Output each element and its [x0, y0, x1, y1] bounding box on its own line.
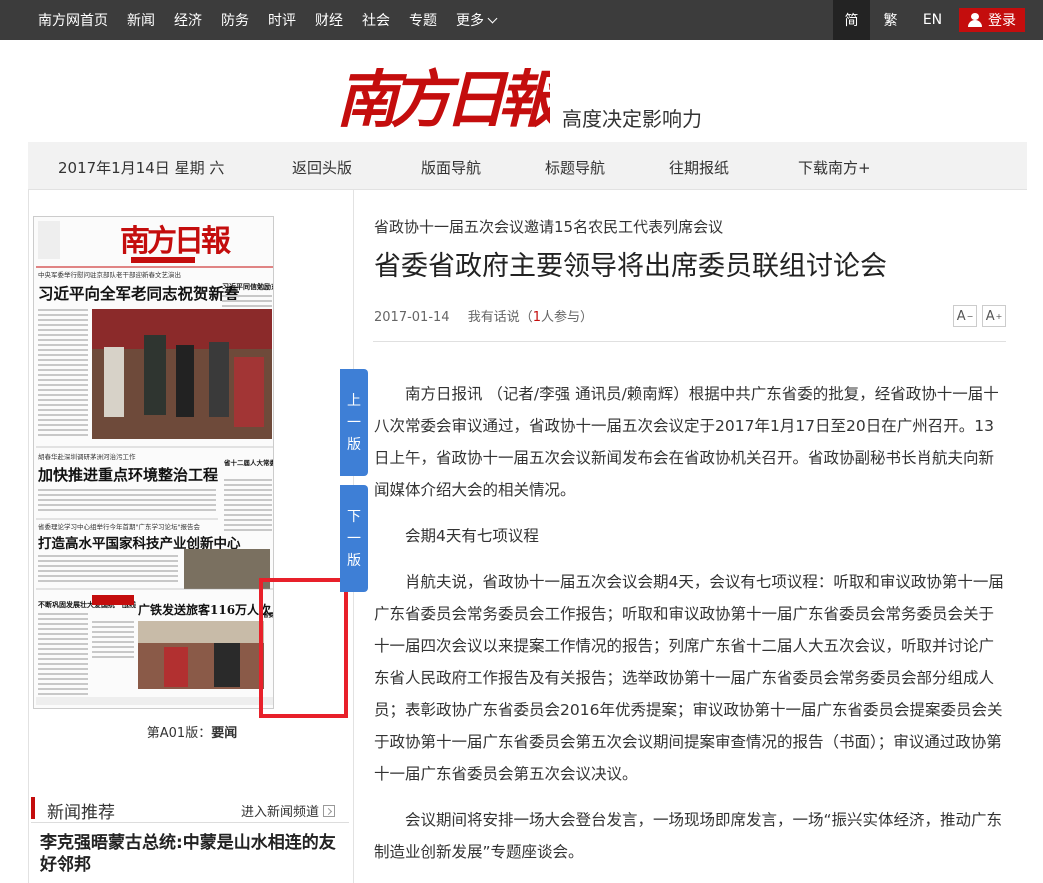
news-recommend-title: 新闻推荐 [47, 803, 115, 823]
date-nav-bar: 2017年1月14日 星期 六 返回头版 版面导航 标题导航 往期报纸 下载南方… [28, 142, 1027, 190]
nav-link-commentary[interactable]: 时评 [268, 10, 296, 30]
article-headline: 省委省政府主要领导将出席委员联组讨论会 [374, 251, 887, 282]
download-app-link[interactable]: 下载南方+ [798, 157, 871, 178]
article-date: 2017-01-14 [374, 310, 450, 325]
prev-page-char-2: 一 [347, 414, 361, 431]
nav-link-home[interactable]: 南方网首页 [38, 10, 108, 30]
chevron-down-icon [487, 13, 498, 23]
arrow-right-icon [323, 804, 336, 817]
font-increase-label: A [985, 308, 995, 324]
login-label: 登录 [988, 13, 1016, 29]
thumb-headline-2: 加快推进重点环境整治工程 [37, 466, 218, 484]
font-decrease-label: A [956, 308, 966, 324]
comment-link[interactable]: 我有话说（1人参与） [468, 310, 593, 325]
selected-article-highlight[interactable] [259, 578, 348, 718]
page-label: 第A01版： [146, 726, 212, 741]
login-button[interactable]: 登录 [959, 8, 1025, 32]
nav-more-label: 更多 [456, 13, 484, 29]
news-recommend-header: 新闻推荐 进入新闻频道 [31, 793, 349, 823]
user-icon [968, 13, 982, 27]
newspaper-page-thumbnail[interactable]: 南方日報 中央军委举行慰问驻京部队老干部迎新春文艺演出 习近平向全军老同志祝贺新… [33, 216, 274, 709]
plus-icon: + [995, 311, 1003, 321]
page-caption: 第A01版：要闻 [0, 722, 384, 741]
lang-traditional-button[interactable]: 繁 [872, 0, 909, 40]
nanfang-daily-logo[interactable]: 南方日報 [336, 57, 550, 135]
thumb-side-2: 省十二届人大常委会第31次会议闭幕 [223, 458, 274, 467]
next-page-char-3: 版 [347, 552, 361, 569]
newspaper-page-image: 南方日報 中央军委举行慰问驻京部队老干部迎新春文艺演出 习近平向全军老同志祝贺新… [34, 217, 274, 708]
next-page-char-1: 下 [347, 508, 361, 525]
next-page-char-2: 一 [347, 530, 361, 547]
nav-link-economy[interactable]: 经济 [174, 10, 202, 30]
article-divider [373, 341, 1006, 342]
next-page-tab[interactable]: 下 一 版 [340, 485, 368, 592]
slogan: 高度决定影响力 [562, 107, 702, 131]
news-recommend-item[interactable]: 李克强晤蒙古总统:中蒙是山水相连的友好邻邦 [40, 832, 340, 876]
page-navigation-link[interactable]: 版面导航 [421, 157, 481, 178]
font-decrease-button[interactable]: A − [953, 305, 977, 327]
minus-icon: − [966, 311, 974, 321]
article-paragraph: 肖航夫说，省政协十一届五次会议会期4天，会议有七项议程：听取和审议政协第十一届广… [374, 573, 1004, 783]
thumb-kicker-2: 胡春华赴深圳调研茅洲河治污工作 [38, 452, 136, 461]
lang-simplified-button[interactable]: 简 [833, 0, 870, 40]
nav-more-menu[interactable]: 更多 [456, 10, 498, 30]
article-paragraph: 南方日报讯 （记者/李强 通讯员/赖南辉）根据中共广东省委的批复，经省政协十一届… [374, 385, 999, 499]
top-nav-links: 南方网首页 新闻 经济 防务 时评 财经 社会 专题 更多 [38, 0, 515, 40]
thumb-headline-1: 习近平向全军老同志祝贺新春 [38, 284, 240, 303]
comment-prefix: 我有话说（ [467, 310, 533, 325]
news-channel-link[interactable]: 进入新闻频道 [241, 801, 336, 820]
nav-link-news[interactable]: 新闻 [127, 10, 155, 30]
nav-link-finance[interactable]: 财经 [315, 10, 343, 30]
nav-link-topics[interactable]: 专题 [409, 10, 437, 30]
nav-link-defense[interactable]: 防务 [221, 10, 249, 30]
article-subtitle: 省政协十一届五次会议邀请15名农民工代表列席会议 [374, 218, 724, 236]
comment-suffix: 人参与） [541, 310, 594, 325]
thumb-headline-4: 广铁发送旅客116万人次 [138, 602, 271, 617]
article-body: 南方日报讯 （记者/李强 通讯员/赖南辉）根据中共广东省委的批复，经省政协十一届… [374, 378, 1006, 882]
thumb-kicker-1: 中央军委举行慰问驻京部队老干部迎新春文艺演出 [38, 270, 181, 279]
prev-page-char-3: 版 [347, 436, 361, 453]
current-date: 2017年1月14日 星期 六 [58, 159, 225, 177]
prev-page-char-1: 上 [347, 392, 361, 409]
thumb-kicker-3: 省委理论学习中心组举行今年首期"广东学习论坛"报告会 [38, 522, 200, 531]
article-paragraph: 会议期间将安排一场大会登台发言，一场现场即席发言，一场“振兴实体经济，推动广东制… [374, 811, 1003, 861]
title-navigation-link[interactable]: 标题导航 [545, 157, 605, 178]
font-increase-button[interactable]: A + [982, 305, 1006, 327]
lang-english-button[interactable]: EN [914, 0, 951, 40]
section-accent-bar [31, 797, 35, 819]
comment-count: 1 [532, 310, 541, 325]
news-channel-label: 进入新闻频道 [241, 805, 320, 820]
prev-page-tab[interactable]: 上 一 版 [340, 369, 368, 476]
back-to-front-page-link[interactable]: 返回头版 [292, 157, 352, 178]
logo-text: 南方日報 [336, 63, 550, 135]
past-issues-link[interactable]: 往期报纸 [669, 157, 729, 178]
thumb-side-1: 习近平同信勉励东庄班大叔的后人 [222, 282, 274, 291]
top-nav-bar: 南方网首页 新闻 经济 防务 时评 财经 社会 专题 更多 简 繁 EN 登录 [0, 0, 1043, 40]
thumb-masthead: 南方日報 [120, 224, 232, 259]
page-name: 要闻 [211, 726, 238, 741]
nav-link-society[interactable]: 社会 [362, 10, 390, 30]
article-meta: 2017-01-14 我有话说（1人参与） [374, 306, 593, 325]
article-section-heading: 会期4天有七项议程 [405, 527, 539, 545]
